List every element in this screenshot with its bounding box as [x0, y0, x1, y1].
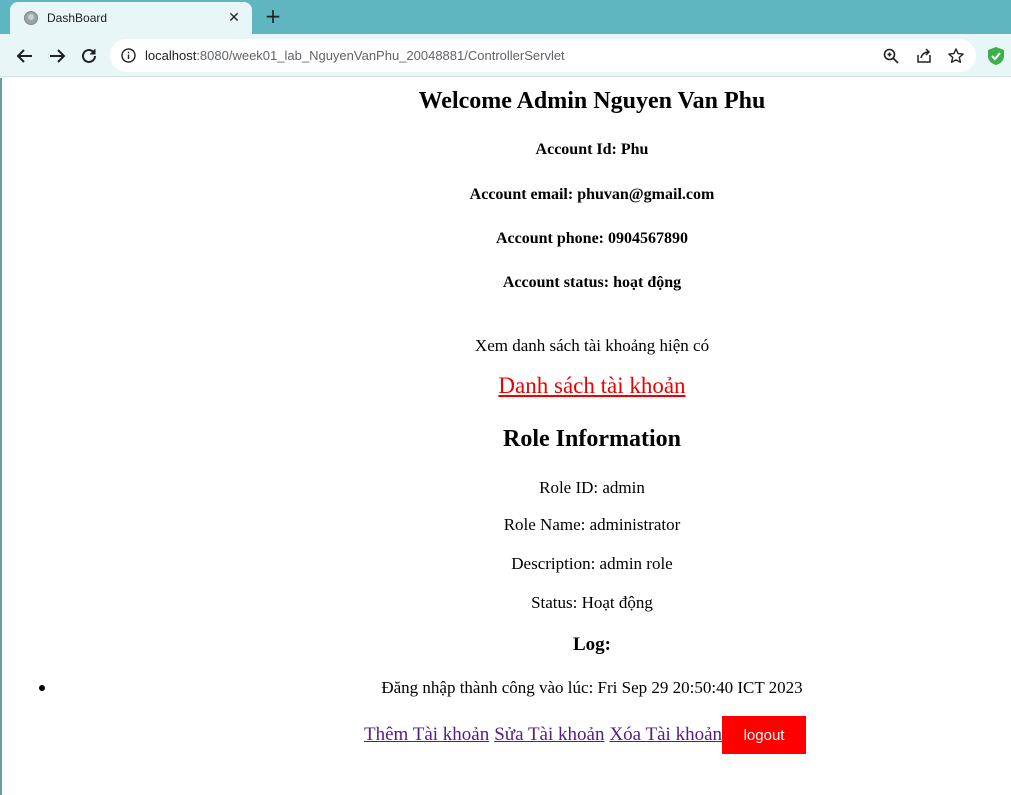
account-status: Account status: hoạt động	[502, 274, 682, 291]
welcome-heading: Welcome Admin Nguyen Van Phu	[418, 88, 766, 114]
globe-icon	[24, 11, 38, 25]
zoom-icon[interactable]	[882, 47, 900, 65]
new-tab-plus-icon[interactable]: +	[262, 5, 284, 27]
logout-button[interactable]: logout	[722, 716, 807, 754]
site-info-icon[interactable]	[121, 48, 136, 63]
url-text[interactable]: localhost:8080/week01_lab_NguyenVanPhu_2…	[145, 48, 565, 63]
page-content: Welcome Admin Nguyen Van Phu Account Id:…	[0, 78, 1011, 795]
role-description: Description: admin role	[511, 554, 673, 573]
list-bullet	[39, 685, 45, 691]
log-heading: Log:	[573, 634, 611, 655]
browser-tabstrip: DashBoard ✕ +	[0, 0, 1011, 34]
account-list-link[interactable]: Danh sách tài khoản	[498, 373, 685, 398]
role-name: Role Name: administrator	[503, 515, 681, 534]
forward-arrow-icon[interactable]	[45, 44, 69, 68]
back-arrow-icon[interactable]	[13, 44, 37, 68]
reload-icon[interactable]	[77, 44, 101, 68]
add-account-link[interactable]: Thêm Tài khoản	[364, 724, 489, 746]
role-id: Role ID: admin	[539, 478, 645, 497]
url-path: :8080/week01_lab_NguyenVanPhu_20048881/C…	[196, 48, 565, 63]
browser-toolbar: localhost:8080/week01_lab_NguyenVanPhu_2…	[0, 34, 1011, 77]
account-list-link-wrapper: Danh sách tài khoản	[182, 373, 1002, 399]
tab-title: DashBoard	[47, 11, 108, 25]
extension-shield-icon[interactable]	[986, 46, 1006, 66]
share-icon[interactable]	[915, 47, 933, 65]
log-entry: Đăng nhập thành công vào lúc: Fri Sep 29…	[381, 678, 803, 697]
account-email: Account email: phuvan@gmail.com	[469, 186, 715, 203]
address-bar[interactable]: localhost:8080/week01_lab_NguyenVanPhu_2…	[110, 39, 976, 72]
edit-account-link[interactable]: Sửa Tài khoản	[494, 724, 604, 746]
delete-account-link[interactable]: Xóa Tài khoản	[609, 724, 722, 746]
account-list-note: Xem danh sách tài khoảng hiện có	[474, 336, 710, 355]
account-phone: Account phone: 0904567890	[495, 230, 688, 247]
tab-close-icon[interactable]: ✕	[224, 8, 244, 28]
browser-tab-dashboard[interactable]: DashBoard ✕	[10, 2, 252, 34]
account-id: Account Id: Phu	[535, 141, 649, 158]
role-status: Status: Hoạt động	[531, 593, 653, 612]
role-information-heading: Role Information	[503, 426, 681, 452]
bookmark-star-icon[interactable]	[947, 47, 965, 65]
url-host: localhost	[145, 48, 197, 63]
account-actions: Thêm Tài khoản Sửa Tài khoản Xóa Tài kho…	[364, 716, 807, 754]
